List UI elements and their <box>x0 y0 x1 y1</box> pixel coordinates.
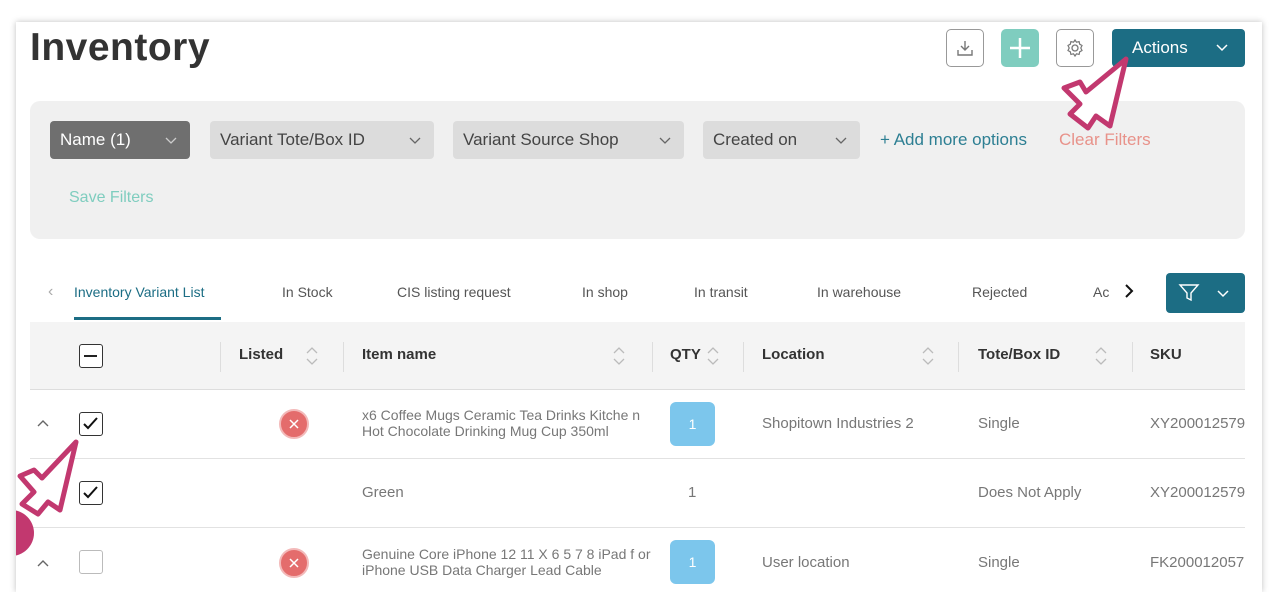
qty-badge: 1 <box>670 540 715 584</box>
select-all-checkbox[interactable] <box>79 344 103 368</box>
tab-truncated[interactable]: Ac <box>1093 284 1109 300</box>
funnel-icon <box>1178 284 1200 302</box>
filter-name[interactable]: Name (1) <box>50 121 190 159</box>
filter-name-label: Name (1) <box>60 130 131 149</box>
tab-in-warehouse[interactable]: In warehouse <box>817 284 901 300</box>
filter-created-on[interactable]: Created on <box>703 121 860 159</box>
tab-bar: ‹ Inventory Variant List In Stock CIS li… <box>16 272 1262 324</box>
sku: XY200012579 <box>1150 484 1246 501</box>
checkmark-icon <box>83 417 98 430</box>
row-checkbox[interactable] <box>79 412 103 436</box>
filter-created-label: Created on <box>713 130 798 149</box>
not-listed-icon <box>279 548 309 578</box>
item-name[interactable]: x6 Coffee Mugs Ceramic Tea Drinks Kitche… <box>362 407 657 439</box>
filter-tote-box-id[interactable]: Variant Tote/Box ID <box>210 121 434 159</box>
filter-tote-label: Variant Tote/Box ID <box>220 130 365 149</box>
qty-badge: 1 <box>670 402 715 446</box>
sort-icon[interactable] <box>611 344 627 368</box>
chevron-down-icon <box>165 137 177 144</box>
column-separator <box>220 342 221 372</box>
location: Shopitown Industries 2 <box>762 415 914 432</box>
col-sku[interactable]: SKU <box>1150 346 1182 363</box>
chevron-up-icon[interactable] <box>36 418 50 428</box>
tote-box-id: Single <box>978 554 1020 571</box>
gear-icon <box>1067 38 1083 58</box>
pointer-hand-icon <box>17 439 79 517</box>
tote-box-id: Single <box>978 415 1020 432</box>
table-row[interactable]: Genuine Core iPhone 12 11 X 6 5 7 8 iPad… <box>30 528 1245 592</box>
chevron-down-icon <box>659 137 671 144</box>
download-icon <box>957 41 973 56</box>
filter-source-shop[interactable]: Variant Source Shop <box>453 121 684 159</box>
tote-box-id: Does Not Apply <box>978 484 1082 501</box>
save-filters-link[interactable]: Save Filters <box>69 189 153 207</box>
inventory-page: Inventory Actions Name (1) Variant Tote/… <box>16 22 1262 592</box>
sku: XY200012579 <box>1150 415 1246 432</box>
location: User location <box>762 554 850 571</box>
sort-icon[interactable] <box>920 344 936 368</box>
sort-icon[interactable] <box>1093 344 1109 368</box>
col-location[interactable]: Location <box>762 346 825 363</box>
chevron-down-icon <box>835 137 847 144</box>
chevron-right-icon[interactable] <box>1121 281 1137 301</box>
col-tote-box-id[interactable]: Tote/Box ID <box>978 346 1060 363</box>
variant-name: Green <box>362 484 404 501</box>
tab-inventory-variant-list[interactable]: Inventory Variant List <box>74 284 204 300</box>
tab-rejected[interactable]: Rejected <box>972 284 1027 300</box>
tab-cis-listing-request[interactable]: CIS listing request <box>397 284 511 300</box>
table-header: Listed Item name QTY Location Tote/Box I… <box>30 322 1245 390</box>
sort-icon[interactable] <box>705 344 721 368</box>
active-tab-indicator <box>74 317 221 320</box>
chevron-down-icon <box>1217 290 1229 298</box>
chevron-down-icon <box>1216 44 1228 52</box>
tab-scroll-left-icon[interactable]: ‹ <box>48 283 53 301</box>
export-button[interactable] <box>946 29 984 67</box>
qty: 1 <box>688 484 697 501</box>
chevron-down-icon <box>409 137 421 144</box>
column-separator <box>958 342 959 372</box>
page-title: Inventory <box>30 26 211 69</box>
row-checkbox[interactable] <box>79 550 103 574</box>
sku: FK200012057 <box>1150 554 1245 571</box>
col-item-name[interactable]: Item name <box>362 346 436 363</box>
col-listed[interactable]: Listed <box>239 346 283 363</box>
add-more-options-link[interactable]: + Add more options <box>880 130 1027 150</box>
filter-source-label: Variant Source Shop <box>463 130 619 149</box>
column-separator <box>343 342 344 372</box>
indeterminate-mark <box>84 355 97 357</box>
not-listed-icon <box>279 409 309 439</box>
pointer-hand-icon <box>1061 56 1129 131</box>
column-separator <box>743 342 744 372</box>
tab-in-stock[interactable]: In Stock <box>282 284 333 300</box>
tab-in-shop[interactable]: In shop <box>582 284 628 300</box>
add-item-button[interactable] <box>1001 29 1039 67</box>
column-separator <box>1132 342 1133 372</box>
actions-label: Actions <box>1132 38 1188 57</box>
item-name[interactable]: Genuine Core iPhone 12 11 X 6 5 7 8 iPad… <box>362 546 657 578</box>
chevron-up-icon[interactable] <box>36 558 50 568</box>
column-separator <box>652 342 653 372</box>
column-filter-button[interactable] <box>1166 273 1245 313</box>
sort-icon[interactable] <box>304 344 320 368</box>
plus-icon <box>1010 38 1030 58</box>
table-row[interactable]: Green 1 Does Not Apply XY200012579 <box>30 459 1245 528</box>
col-qty[interactable]: QTY <box>670 346 701 363</box>
table-row[interactable]: x6 Coffee Mugs Ceramic Tea Drinks Kitche… <box>30 390 1245 459</box>
tab-in-transit[interactable]: In transit <box>694 284 748 300</box>
